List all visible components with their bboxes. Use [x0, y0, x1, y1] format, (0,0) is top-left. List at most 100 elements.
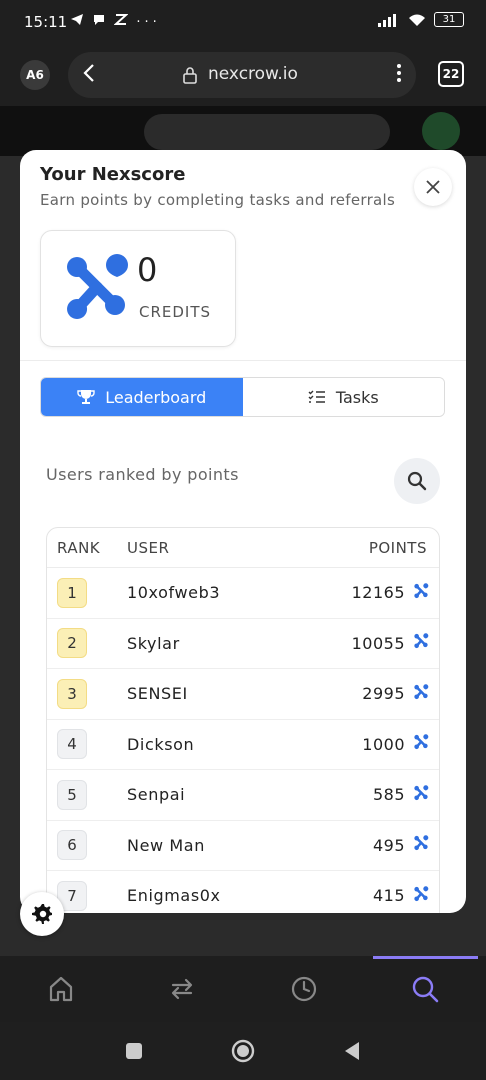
system-icons: 31 [378, 12, 464, 27]
points-cell: 10055 [319, 633, 439, 653]
table-header: RANK USER POINTS [47, 528, 439, 568]
recents-icon[interactable] [125, 1042, 143, 1060]
points-value: 10055 [351, 633, 405, 653]
table-row[interactable]: 4 Dickson 1000 [47, 720, 439, 770]
nexcrow-token-icon [413, 885, 429, 906]
table-row[interactable]: 6 New Man 495 [47, 821, 439, 871]
search-icon [407, 471, 427, 491]
system-nav-bar [0, 1022, 486, 1080]
search-users-button[interactable] [394, 458, 440, 504]
app-icon [113, 14, 129, 25]
score-value: 0 [137, 251, 158, 289]
points-value: 12165 [351, 583, 405, 603]
user-name: Dickson [127, 734, 195, 754]
table-row[interactable]: 1 10xofweb3 12165 [47, 568, 439, 619]
site-search-bar [144, 114, 390, 150]
lock-icon [182, 66, 198, 88]
leaderboard-table: RANK USER POINTS 1 10xofweb3 12165 2 Skylar 1… [46, 527, 440, 913]
nav-history[interactable] [243, 956, 365, 1022]
rank-badge: 1 [57, 577, 87, 608]
rank-badge: 6 [57, 830, 87, 861]
tab-leaderboard[interactable]: Leaderboard [41, 378, 243, 416]
nexcrow-token-icon [413, 734, 429, 754]
nexcrow-token-icon [413, 633, 429, 653]
back-icon[interactable] [82, 62, 96, 90]
url-text[interactable]: nexcrow.io [208, 64, 298, 84]
divider [20, 360, 466, 361]
user-name: 10xofweb3 [127, 583, 221, 603]
header-user: USER [127, 538, 170, 557]
nexcrow-token-icon [413, 835, 429, 855]
nav-swap[interactable] [122, 956, 244, 1022]
rank-cell: 2 [47, 628, 127, 659]
home-button-icon[interactable] [231, 1039, 255, 1063]
score-card: 0 CREDITS [40, 230, 236, 347]
profile-avatar[interactable]: A6 [20, 60, 50, 90]
back-triangle-icon[interactable] [343, 1041, 361, 1061]
tab-tasks[interactable]: Tasks [242, 378, 444, 416]
modal-title: Your Nexscore [40, 164, 186, 185]
user-name: New Man [127, 835, 205, 855]
nexcrow-token-icon [413, 784, 429, 805]
tab-switcher-button[interactable]: 22 [438, 61, 464, 87]
bottom-nav [0, 956, 486, 1022]
site-avatar [422, 112, 460, 150]
user-name: SENSEI [127, 684, 188, 704]
browser-toolbar: A6 nexcrow.io 22 [0, 44, 486, 106]
score-unit: CREDITS [139, 303, 212, 321]
ranked-label: Users ranked by points [46, 465, 239, 484]
table-row[interactable]: 2 Skylar 10055 [47, 619, 439, 669]
nav-home[interactable] [0, 956, 122, 1022]
user-name: Skylar [127, 633, 180, 653]
points-cell: 585 [319, 784, 439, 805]
settings-button[interactable] [20, 892, 64, 936]
wifi-icon [409, 14, 425, 26]
menu-kebab-icon[interactable] [396, 62, 402, 89]
history-icon [291, 976, 316, 1002]
rank-cell: 5 [47, 779, 127, 810]
home-icon [49, 976, 72, 1002]
points-value: 2995 [362, 684, 405, 704]
points-value: 585 [372, 785, 405, 805]
rank-cell: 1 [47, 577, 127, 608]
swap-icon [172, 978, 193, 1000]
nexcrow-logo-icon [67, 254, 128, 319]
points-cell: 415 [319, 885, 439, 906]
address-bar[interactable]: nexcrow.io [68, 52, 416, 98]
rank-badge: 2 [57, 628, 87, 659]
modal-subtitle: Earn points by completing tasks and refe… [40, 191, 396, 209]
header-rank: RANK [57, 538, 101, 557]
points-value: 415 [372, 886, 405, 906]
site-header [0, 106, 486, 156]
nexscore-modal: Your Nexscore Earn points by completing … [20, 150, 466, 913]
chat-icon [94, 15, 105, 25]
search-icon [413, 976, 439, 1003]
rank-badge: 3 [57, 678, 87, 709]
points-cell: 2995 [319, 683, 439, 704]
user-name: Enigmas0x [127, 886, 221, 906]
telegram-icon [71, 14, 83, 25]
user-name: Senpai [127, 785, 186, 805]
rank-badge: 4 [57, 729, 87, 760]
points-cell: 1000 [319, 734, 439, 754]
points-cell: 12165 [319, 582, 439, 603]
points-value: 1000 [362, 734, 405, 754]
table-row[interactable]: 3 SENSEI 2995 [47, 669, 439, 720]
points-cell: 495 [319, 835, 439, 855]
nexcrow-token-icon [413, 582, 429, 603]
rank-cell: 3 [47, 678, 127, 709]
tab-tasks-label: Tasks [335, 387, 379, 407]
close-icon [426, 180, 440, 194]
header-points: POINTS [368, 538, 427, 557]
status-time: 15:11 [24, 13, 68, 31]
close-button[interactable] [414, 168, 452, 206]
table-row[interactable]: 5 Senpai 585 [47, 770, 439, 821]
status-bar: 15:11 ··· 31 [0, 0, 486, 44]
table-row[interactable]: 7 Enigmas0x 415 [47, 871, 439, 913]
nav-search[interactable] [365, 956, 486, 1022]
trophy-icon [77, 390, 95, 404]
rank-cell: 4 [47, 729, 127, 760]
signal-icon [378, 13, 396, 27]
notification-icons: ··· [70, 13, 161, 30]
checklist-icon [308, 390, 325, 403]
